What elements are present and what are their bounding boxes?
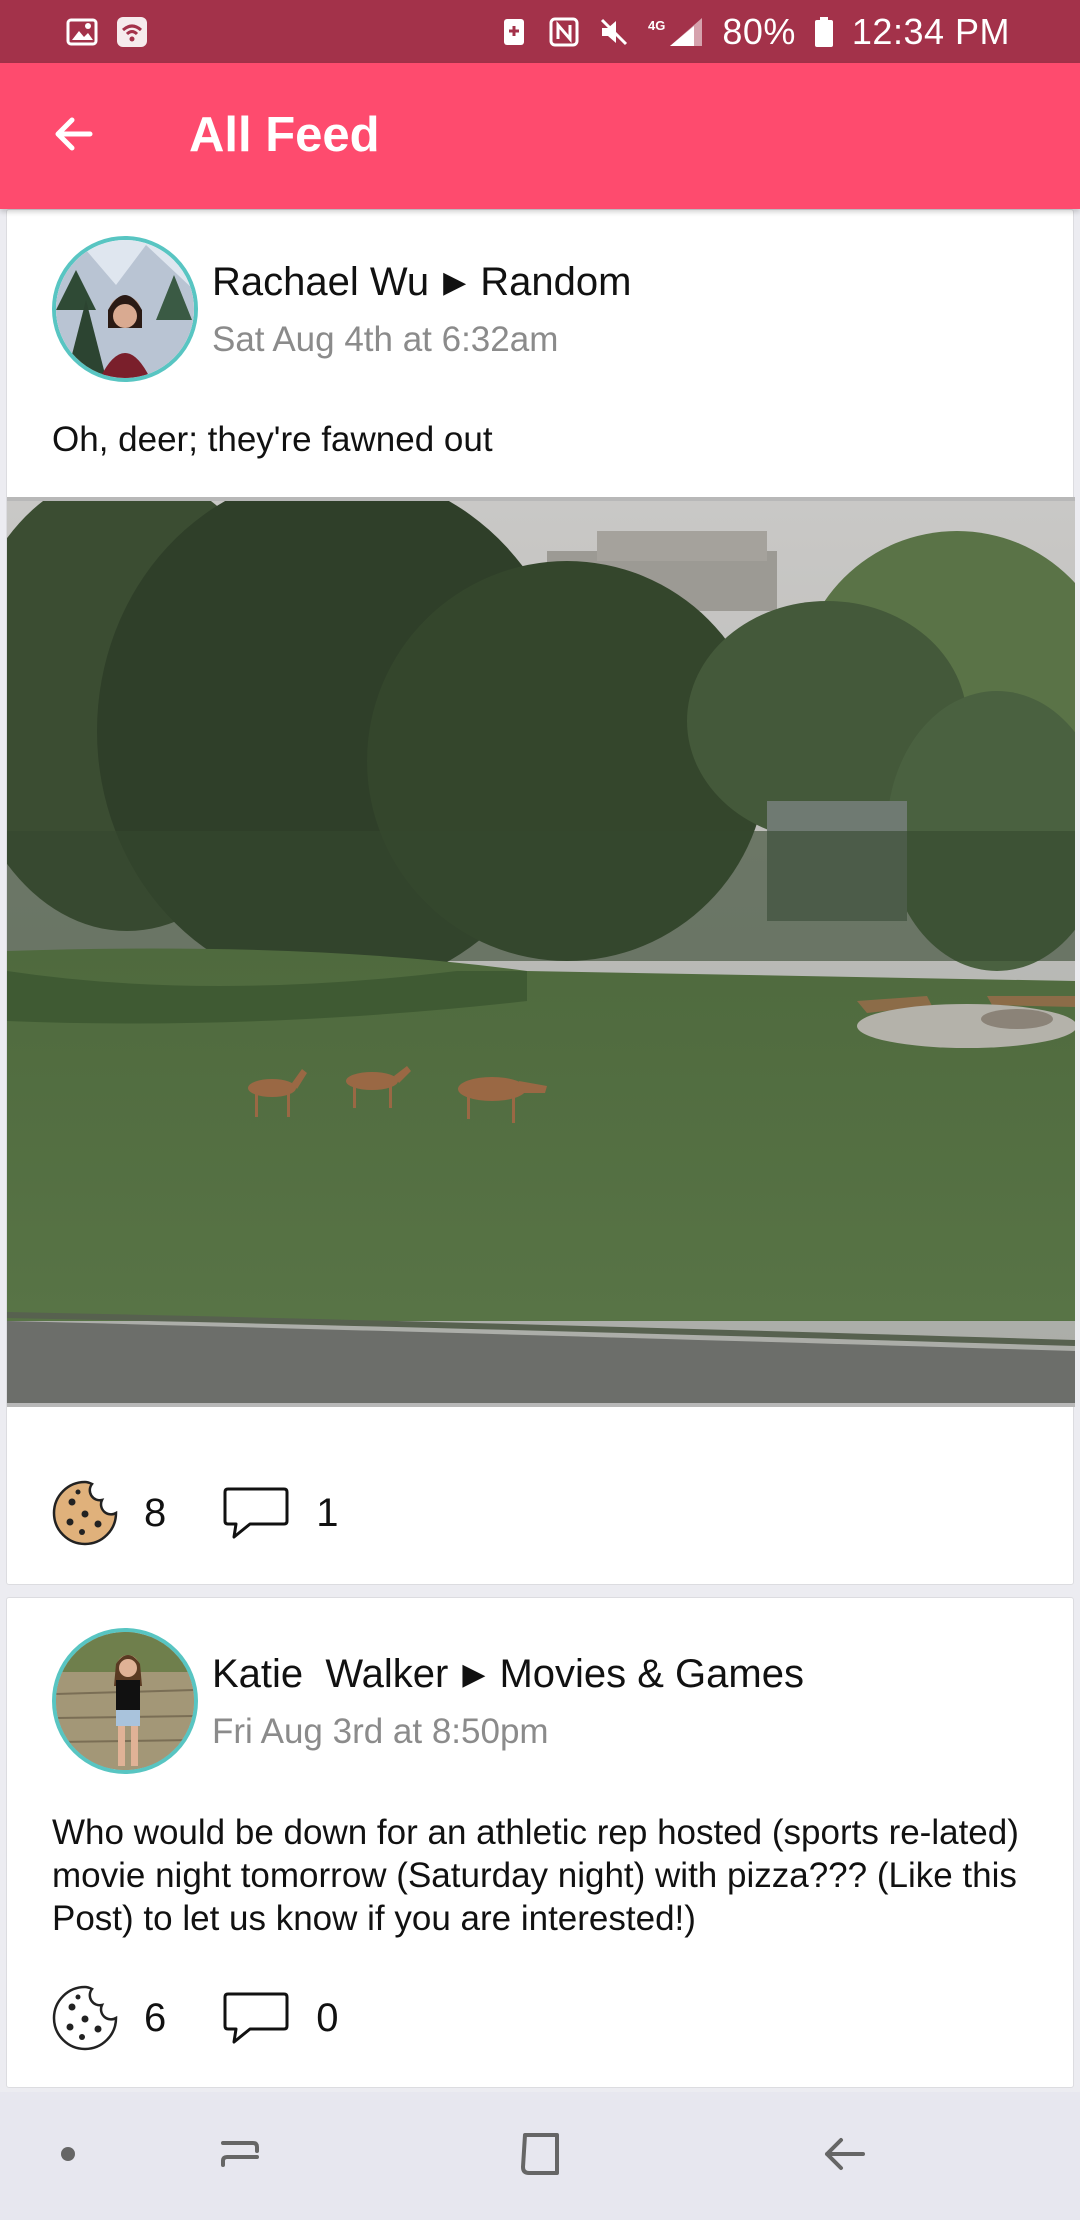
status-left (66, 16, 148, 48)
battery-icon (814, 16, 834, 48)
clock: 12:34 PM (851, 10, 1010, 52)
comment-bubble-icon[interactable] (222, 1990, 290, 2046)
post-author[interactable]: Katie Walker (212, 1652, 448, 1697)
feed[interactable]: Rachael Wu ▶ Random Sat Aug 4th at 6:32a… (6, 209, 1075, 2088)
image-icon (66, 16, 98, 48)
battery-percent: 80% (722, 10, 796, 52)
data-saver-icon (498, 16, 530, 48)
cookie-count: 8 (144, 1490, 167, 1535)
post-photo[interactable] (7, 497, 1075, 1407)
cookie-count: 6 (144, 1995, 167, 2040)
post-actions: 8 1 (52, 1480, 395, 1546)
arrow-left-icon (50, 110, 98, 163)
avatar[interactable] (52, 236, 198, 382)
post-card[interactable]: Katie Walker ▶ Movies & Games Fri Aug 3r… (6, 1597, 1074, 2088)
status-bar: 4G 80% 12:34 PM (0, 0, 1080, 63)
post-author-line: Rachael Wu ▶ Random (212, 260, 631, 305)
back-button[interactable] (36, 98, 112, 174)
post-body: Who would be down for an athletic rep ho… (52, 1813, 1019, 1938)
nav-dot-button[interactable] (28, 2116, 108, 2196)
play-arrow-icon: ▶ (462, 1658, 486, 1691)
play-arrow-icon: ▶ (443, 266, 467, 299)
post-body: Oh, deer; they're fawned out (52, 420, 493, 459)
status-right: 4G 80% 12:34 PM (498, 11, 1010, 53)
lte-signal-icon: 4G (648, 16, 704, 48)
dot-icon (58, 2144, 78, 2169)
post-author-line: Katie Walker ▶ Movies & Games (212, 1652, 804, 1697)
post-timestamp: Sat Aug 4th at 6:32am (212, 320, 559, 359)
post-timestamp: Fri Aug 3rd at 8:50pm (212, 1712, 549, 1751)
post-actions: 6 0 (52, 1985, 395, 2051)
page-title: All Feed (189, 108, 380, 162)
system-nav-bar (0, 2092, 1080, 2220)
cookie-outline-icon[interactable] (52, 1985, 118, 2051)
post-channel[interactable]: Random (480, 260, 631, 305)
post-channel[interactable]: Movies & Games (499, 1652, 804, 1697)
avatar[interactable] (52, 1628, 198, 1774)
cookie-filled-icon[interactable] (52, 1480, 118, 1546)
svg-text:4G: 4G (648, 18, 665, 33)
back-icon (819, 2129, 869, 2184)
comment-bubble-icon[interactable] (222, 1485, 290, 1541)
home-button[interactable] (500, 2116, 580, 2196)
nfc-icon (548, 16, 580, 48)
wifi-icon (116, 16, 148, 48)
home-icon (515, 2129, 565, 2184)
recents-button[interactable] (200, 2116, 280, 2196)
post-author[interactable]: Rachael Wu (212, 260, 429, 305)
mute-icon (598, 16, 630, 48)
comment-count: 0 (316, 1995, 339, 2040)
post-card[interactable]: Rachael Wu ▶ Random Sat Aug 4th at 6:32a… (6, 209, 1075, 1585)
back-nav-button[interactable] (804, 2116, 884, 2196)
comment-count: 1 (316, 1490, 339, 1535)
recents-icon (215, 2129, 265, 2184)
app-bar: All Feed (0, 63, 1080, 209)
